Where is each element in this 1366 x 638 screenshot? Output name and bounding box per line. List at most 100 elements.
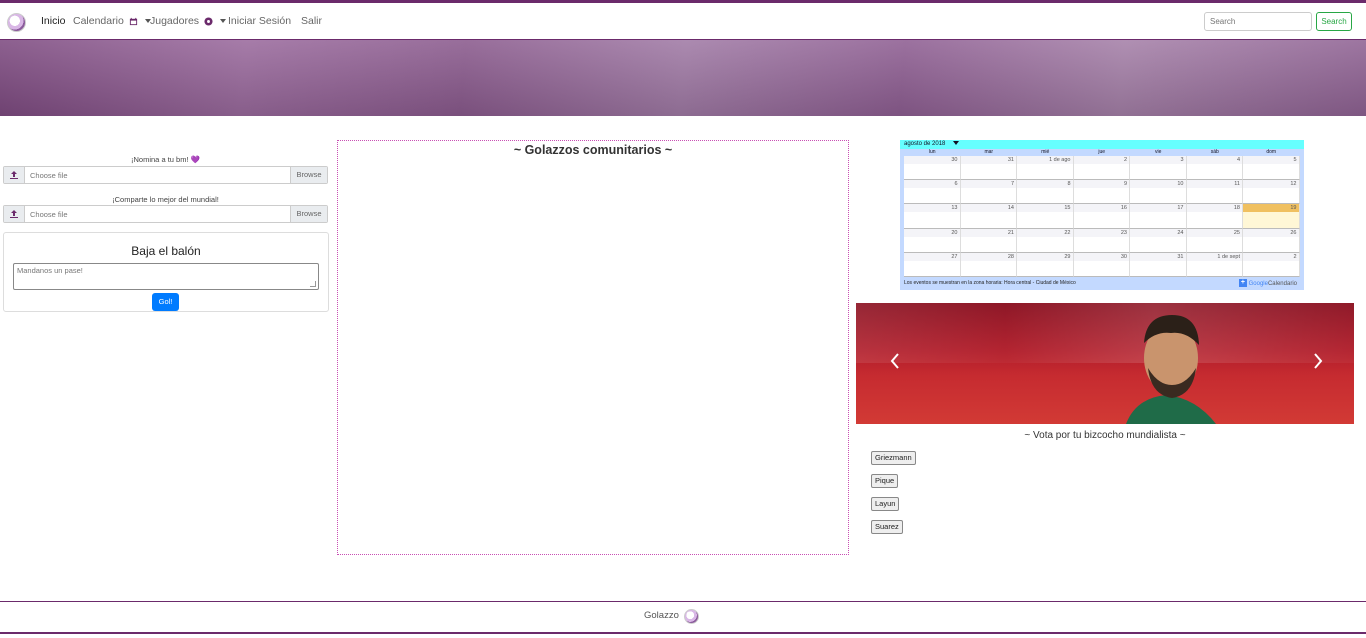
resize-handle-icon[interactable] bbox=[310, 281, 316, 287]
calendar-day-cell[interactable]: 20 bbox=[904, 228, 961, 253]
calendar-day-cell[interactable]: 1 de sept bbox=[1186, 252, 1243, 277]
calendar-grid: 30 31 1 de ago 2 3 4 5 6 7 8 9 10 11 12 13 14 15 16 17 18 19… bbox=[904, 156, 1300, 277]
calendar-day-number: 26 bbox=[1290, 229, 1297, 236]
calendar-day-header bbox=[960, 180, 1016, 189]
calendar-icon bbox=[129, 17, 137, 25]
carousel-next-icon[interactable] bbox=[1311, 351, 1325, 371]
calendar-day-number: 28 bbox=[1007, 253, 1014, 260]
calendar-day-cell[interactable]: 12 bbox=[1243, 180, 1300, 205]
calendar-day-number: 18 bbox=[1233, 205, 1240, 212]
nominate-file-input[interactable]: Choose file Browse bbox=[3, 166, 328, 184]
calendar-day-number: 7 bbox=[1010, 181, 1014, 188]
calendar-day-cell[interactable]: 2 bbox=[1073, 156, 1130, 181]
player-photo bbox=[1126, 315, 1216, 424]
calendar-day-number: 22 bbox=[1064, 229, 1071, 236]
browse-button[interactable]: Browse bbox=[290, 206, 327, 222]
calendar-day-cell[interactable]: 24 bbox=[1130, 228, 1187, 253]
calendar-day-header bbox=[1130, 156, 1186, 164]
share-file-input[interactable]: Choose file Browse bbox=[3, 205, 328, 223]
calendar-day-cell[interactable]: 21 bbox=[960, 228, 1017, 253]
calendar-day-cell[interactable]: 5 bbox=[1243, 156, 1300, 181]
vote-option-button[interactable]: Suarez bbox=[871, 520, 903, 534]
calendar-day-number: 6 bbox=[954, 181, 958, 188]
nav-players-dropdown[interactable]: Jugadores bbox=[150, 15, 226, 27]
vote-option-button[interactable]: Pique bbox=[871, 474, 899, 488]
nav-calendar-dropdown[interactable]: Calendario bbox=[73, 15, 151, 27]
calendar-day-cell[interactable]: 9 bbox=[1073, 180, 1130, 205]
calendar-day-number: 10 bbox=[1177, 181, 1184, 188]
calendar-day-cell[interactable]: 16 bbox=[1073, 204, 1130, 229]
vote-option-button[interactable]: Layun bbox=[871, 497, 900, 511]
vote-option-button[interactable]: Griezmann bbox=[871, 451, 916, 465]
calendar-day-number: 20 bbox=[951, 229, 958, 236]
file-placeholder: Choose file bbox=[30, 210, 68, 219]
top-navbar: Inicio Calendario Jugadores Iniciar Sesi… bbox=[0, 3, 1366, 40]
calendar-day-number: 14 bbox=[1007, 205, 1014, 212]
nav-logout-link[interactable]: Salir bbox=[301, 15, 322, 27]
upload-icon bbox=[4, 167, 25, 183]
header-banner-image bbox=[0, 40, 1366, 116]
search-input[interactable] bbox=[1204, 12, 1312, 31]
calendar-day-cell[interactable]: 13 bbox=[904, 204, 961, 229]
goal-submit-button[interactable]: Gol! bbox=[152, 293, 179, 311]
calendar-day-name: dom bbox=[1266, 149, 1277, 155]
nav-home-link[interactable]: Inicio bbox=[41, 15, 66, 27]
post-card-title: Baja el balón bbox=[131, 244, 201, 258]
calendar-month-label[interactable]: agosto de 2018 bbox=[904, 141, 945, 147]
player-carousel bbox=[856, 303, 1354, 424]
calendar-day-cell[interactable]: 4 bbox=[1186, 156, 1243, 181]
footer-brand-text: Golazzo bbox=[644, 610, 679, 621]
calendar-day-cell[interactable]: 31 bbox=[960, 156, 1017, 181]
calendar-day-cell[interactable]: 2 bbox=[1243, 252, 1300, 277]
calendar-day-number: 31 bbox=[1177, 253, 1184, 260]
calendar-day-number: 2 bbox=[1123, 157, 1127, 163]
calendar-day-cell[interactable]: 6 bbox=[904, 180, 961, 205]
calendar-day-number: 24 bbox=[1177, 229, 1184, 236]
calendar-day-cell[interactable]: 25 bbox=[1186, 228, 1243, 253]
chevron-down-icon bbox=[219, 19, 226, 24]
carousel-prev-icon[interactable] bbox=[888, 351, 902, 371]
calendar-day-cell[interactable]: 15 bbox=[1017, 204, 1074, 229]
calendar-day-cell[interactable]: 29 bbox=[1017, 252, 1074, 277]
calendar-day-cell[interactable]: 30 bbox=[904, 156, 961, 181]
calendar-day-header bbox=[1017, 180, 1073, 189]
google-brand: Google bbox=[1248, 281, 1268, 287]
calendar-day-cell[interactable]: 3 bbox=[1130, 156, 1187, 181]
google-calendar-button[interactable]: + GoogleCalendario bbox=[1238, 279, 1297, 290]
nav-login-link[interactable]: Iniciar Sesión bbox=[228, 15, 291, 27]
calendar-day-cell[interactable]: 7 bbox=[960, 180, 1017, 205]
calendar-day-cell[interactable]: 8 bbox=[1017, 180, 1074, 205]
soccer-ball-logo-icon bbox=[684, 609, 699, 624]
footer-bottom-line bbox=[0, 632, 1366, 634]
calendar-day-cell[interactable]: 11 bbox=[1186, 180, 1243, 205]
calendar-day-cell[interactable]: 22 bbox=[1017, 228, 1074, 253]
calendar-day-cell[interactable]: 14 bbox=[960, 204, 1017, 229]
nav-calendar-label: Calendario bbox=[73, 15, 124, 27]
calendar-day-cell[interactable]: 26 bbox=[1243, 228, 1300, 253]
calendar-day-cell[interactable]: 30 bbox=[1073, 252, 1130, 277]
calendar-day-name: jue bbox=[1098, 149, 1106, 155]
calendar-header: agosto de 2018 bbox=[900, 140, 1304, 149]
calendar-day-cell[interactable]: 19 bbox=[1243, 204, 1300, 229]
chevron-down-icon[interactable] bbox=[953, 141, 960, 146]
calendar-day-number: 27 bbox=[951, 253, 958, 260]
browse-button[interactable]: Browse bbox=[290, 167, 327, 183]
calendar-day-cell[interactable]: 17 bbox=[1130, 204, 1187, 229]
calendar-day-cell[interactable]: 28 bbox=[960, 252, 1017, 277]
post-textarea[interactable]: Mandanos un pase! bbox=[13, 263, 319, 290]
soccer-ball-logo-icon[interactable] bbox=[7, 13, 26, 32]
calendar-day-name: sáb bbox=[1210, 149, 1219, 155]
nominate-label: ¡Nomina a tu bm! 💜 bbox=[131, 155, 200, 164]
calendar-day-cell[interactable]: 23 bbox=[1073, 228, 1130, 253]
calendar-day-number: 5 bbox=[1293, 157, 1297, 163]
calendar-day-cell[interactable]: 1 de ago bbox=[1017, 156, 1074, 181]
calendar-day-cell[interactable]: 18 bbox=[1186, 204, 1243, 229]
calendar-day-header bbox=[904, 180, 960, 189]
calendar-day-cell[interactable]: 27 bbox=[904, 252, 961, 277]
calendar-day-cell[interactable]: 31 bbox=[1130, 252, 1187, 277]
search-button[interactable]: Search bbox=[1316, 12, 1352, 31]
share-label: ¡Comparte lo mejor del mundial! bbox=[112, 195, 219, 204]
post-placeholder: Mandanos un pase! bbox=[17, 266, 83, 275]
calendar-day-number: 21 bbox=[1007, 229, 1014, 236]
calendar-day-cell[interactable]: 10 bbox=[1130, 180, 1187, 205]
